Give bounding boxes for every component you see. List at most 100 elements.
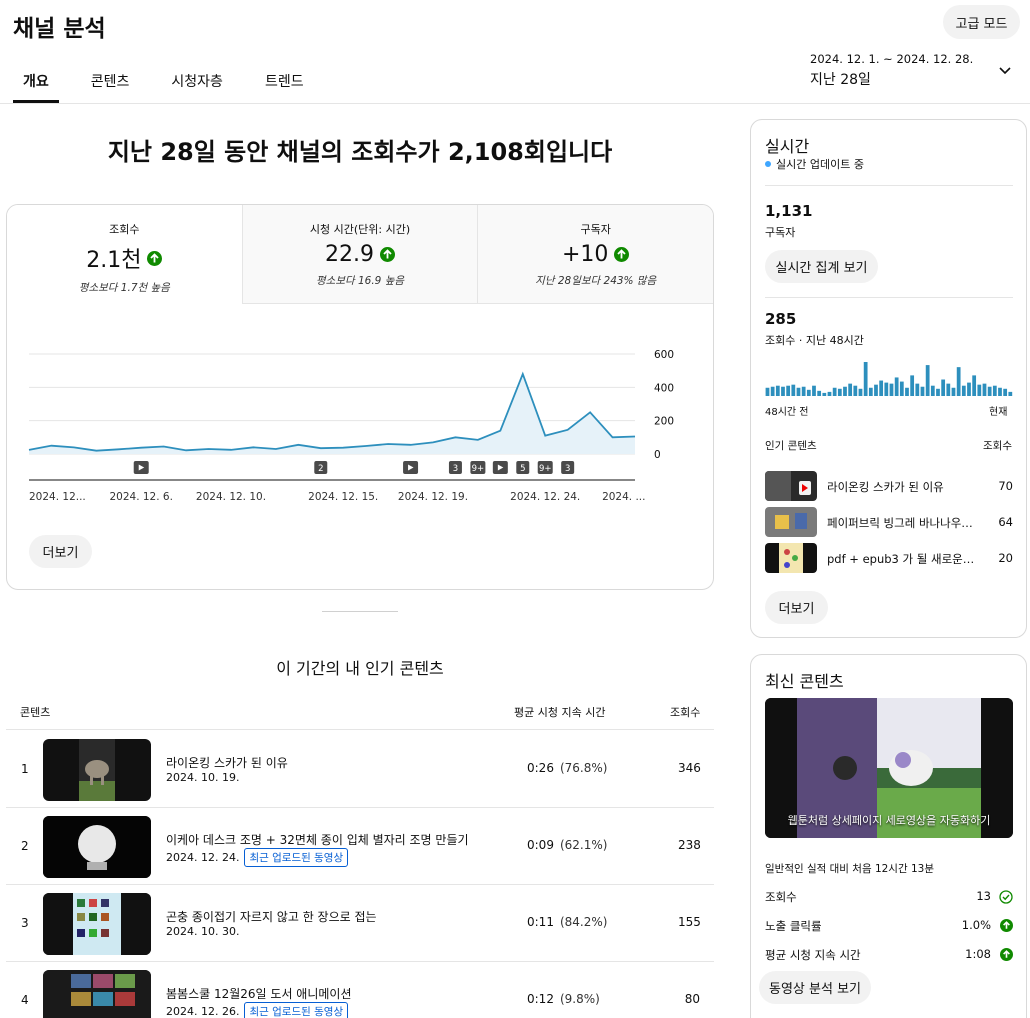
video-thumbnail[interactable]: [43, 893, 151, 955]
video-thumbnail[interactable]: [43, 816, 151, 878]
realtime-bar: [925, 365, 930, 396]
realtime-bar: [956, 367, 961, 396]
realtime-bar: [884, 382, 889, 396]
video-thumbnail[interactable]: [43, 739, 151, 801]
header: 채널 분석 고급 모드 개요 콘텐츠 시청자층 트렌드 2024. 12. 1.…: [0, 0, 1030, 104]
realtime-count-button[interactable]: 실시간 집계 보기: [765, 250, 878, 283]
realtime-views-label: 조회수 · 지난 48시간: [765, 334, 864, 347]
video-title[interactable]: 라이온킹 스카가 된 이유: [166, 754, 288, 771]
video-analysis-button[interactable]: 동영상 분석 보기: [759, 971, 871, 1004]
row-index: 2: [21, 839, 29, 853]
realtime-bar: [1003, 388, 1008, 396]
video-title[interactable]: 곤충 종이접기 자르지 않고 한 장으로 접는: [166, 908, 377, 925]
x-tick-label: 2024. 12. 19.: [398, 491, 468, 503]
realtime-bar: [832, 387, 837, 396]
popular-item[interactable]: 라이온킹 스카가 된 이유 70: [765, 471, 1013, 501]
realtime-bar-chart[interactable]: [765, 360, 1013, 396]
realtime-bar: [812, 385, 816, 396]
video-title[interactable]: 봄봄스쿨 12월26일 도서 애니메이션: [166, 985, 352, 1002]
popular-content-label: 인기 콘텐츠: [765, 440, 817, 452]
popular-views: 20: [998, 551, 1013, 565]
chevron-down-icon[interactable]: [997, 62, 1013, 78]
popular-title: pdf + epub3 가 될 새로운 전자책: [827, 552, 977, 566]
row-index: 4: [21, 993, 29, 1007]
advanced-mode-button[interactable]: 고급 모드: [943, 5, 1020, 39]
metric-watch-time[interactable]: 시청 시간(단위: 시간) 22.9 평소보다 16.9 높음: [242, 205, 479, 304]
y-tick-label: 400: [654, 382, 674, 394]
video-date: 2024. 12. 26.: [166, 1005, 240, 1018]
metric-label: 조회수: [109, 223, 140, 236]
col-views: 조회수: [670, 706, 701, 719]
marker-label: 5: [520, 464, 525, 474]
date-range-text: 2024. 12. 1. ~ 2024. 12. 28.: [810, 52, 974, 66]
avg-duration: 0:26: [527, 761, 554, 775]
subscriber-count: 1,131: [765, 202, 813, 220]
avg-duration: 0:09: [527, 838, 554, 852]
popular-item[interactable]: pdf + epub3 가 될 새로운 전자책 20: [765, 543, 1013, 573]
realtime-bar: [775, 385, 780, 396]
realtime-bar: [915, 383, 920, 396]
metric-views[interactable]: 조회수 2.1천 평소보다 1.7천 높음: [7, 205, 243, 304]
metrics-row: 조회수 2.1천 평소보다 1.7천 높음 시청 시간(단위: 시간) 22.9…: [7, 205, 713, 304]
realtime-status: 실시간 업데이트 중: [776, 158, 864, 171]
arrow-up-icon: [614, 247, 630, 262]
metric-subscribers[interactable]: 구독자 +10 지난 28일보다 243% 많음: [478, 205, 713, 304]
realtime-bar: [946, 383, 951, 396]
realtime-bar: [910, 375, 915, 396]
table-row[interactable]: 4 봄봄스쿨 12월26일 도서 애니메이션 2024. 12. 26. 최근 업…: [6, 962, 714, 1018]
realtime-bar: [874, 384, 878, 396]
divider: [322, 611, 398, 612]
realtime-bar: [822, 392, 827, 396]
marker-label: 9+: [472, 464, 485, 474]
x-tick-label: 2024. 12. 24.: [510, 491, 580, 503]
metric-value: +10: [561, 242, 609, 267]
marker-label: 2: [318, 464, 323, 474]
video-title[interactable]: 이케아 데스크 조명 + 32면체 종이 입체 별자리 조명 만들기: [166, 831, 469, 848]
stat-label: 노출 클릭률: [765, 919, 822, 933]
axis-left-label: 48시간 전: [765, 407, 809, 418]
table-row[interactable]: 3 곤충 종이접기 자르지 않고 한 장으로 접는 2024. 10. 30. …: [6, 885, 714, 962]
col-content: 콘텐츠: [20, 706, 51, 719]
views-count: 155: [678, 915, 701, 929]
realtime-bar: [770, 386, 775, 396]
realtime-bar: [998, 387, 1002, 396]
realtime-card: 실시간 실시간 업데이트 중 1,131 구독자 실시간 집계 보기 285 조…: [750, 119, 1027, 638]
realtime-bar: [879, 380, 884, 396]
y-tick-label: 200: [654, 416, 674, 428]
arrow-up-icon: [380, 247, 395, 262]
marker-label: 3: [453, 464, 458, 474]
video-thumbnail[interactable]: [43, 970, 151, 1018]
popular-views: 64: [998, 515, 1013, 529]
realtime-bar: [843, 386, 847, 396]
metric-note: 평소보다 16.9 높음: [316, 275, 405, 287]
metric-label: 구독자: [580, 223, 611, 236]
realtime-more-button[interactable]: 더보기: [765, 591, 828, 624]
avg-percent: (9.8%): [559, 992, 600, 1006]
tab-content[interactable]: 콘텐츠: [81, 66, 140, 103]
tab-overview[interactable]: 개요: [13, 66, 59, 103]
video-thumbnail: [765, 543, 817, 573]
row-index: 1: [21, 762, 29, 776]
avg-percent: (84.2%): [559, 915, 608, 929]
stat-value: 13: [976, 889, 991, 903]
table-row[interactable]: 1 라이온킹 스카가 된 이유 2024. 10. 19. 0:26 (76.8%…: [6, 731, 714, 808]
date-range-picker[interactable]: 2024. 12. 1. ~ 2024. 12. 28. 지난 28일: [810, 52, 973, 89]
stat-row-views: 조회수 13: [765, 889, 1013, 907]
arrow-up-icon: [1000, 948, 1013, 961]
views-line-chart[interactable]: 0 200 400 600 2 3 9+ 5 9+ 3 2024. 12... 2024. 12. 6…: [7, 304, 713, 514]
realtime-bar: [786, 385, 791, 396]
more-button[interactable]: 더보기: [29, 535, 92, 568]
realtime-bar: [801, 386, 806, 396]
x-tick-label: 2024. 12. 6.: [109, 491, 172, 503]
latest-video-thumbnail[interactable]: 웹툰처럼 상세페이지 세로영상을 자동화하기: [765, 698, 1013, 838]
realtime-bar: [817, 390, 822, 396]
tab-trends[interactable]: 트렌드: [255, 66, 314, 103]
avg-duration: 0:12: [527, 992, 554, 1006]
popular-item[interactable]: 페이퍼브릭 빙그레 바나나우유 만들기 64: [765, 507, 1013, 537]
realtime-bar: [977, 384, 982, 396]
realtime-bar: [837, 388, 842, 396]
tab-audience[interactable]: 시청자층: [161, 66, 233, 103]
avg-percent: (76.8%): [559, 761, 608, 775]
realtime-bar: [972, 375, 977, 396]
table-row[interactable]: 2 이케아 데스크 조명 + 32면체 종이 입체 별자리 조명 만들기 202…: [6, 808, 714, 885]
